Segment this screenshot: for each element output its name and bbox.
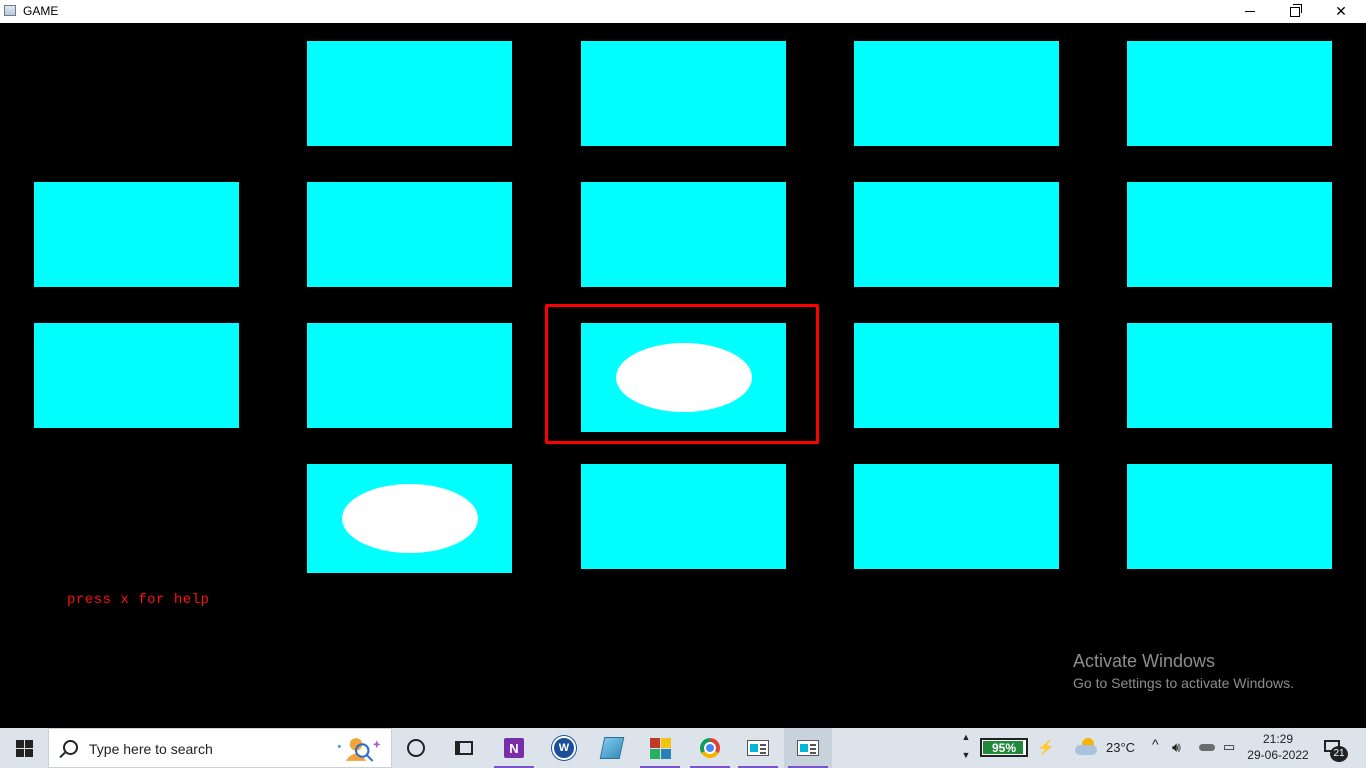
tile-hidden[interactable] [34, 323, 239, 428]
tile-hidden[interactable] [307, 41, 512, 146]
cortana-icon [407, 739, 425, 757]
tile-hidden[interactable] [581, 41, 786, 146]
tile-revealed[interactable] [307, 464, 512, 573]
search-box[interactable]: Type here to search [48, 728, 392, 768]
chevron-up-icon: ▲ [961, 732, 971, 742]
game-window-active-icon [797, 740, 819, 756]
start-button[interactable] [0, 728, 48, 768]
charging-plug-icon: ⚡ [1037, 739, 1055, 755]
restore-icon [1290, 3, 1302, 17]
clock-date: 29-06-2022 [1247, 748, 1309, 762]
weather-temperature[interactable]: 23°C [1106, 740, 1135, 755]
watermark-title: Activate Windows [1073, 651, 1216, 671]
tile-hidden[interactable] [34, 182, 239, 287]
tile-hidden[interactable] [854, 41, 1059, 146]
selection-cursor [545, 304, 819, 444]
app-window-icon [4, 5, 16, 16]
tile-hidden[interactable] [854, 182, 1059, 287]
taskbar-app-onenote[interactable]: N [490, 728, 538, 768]
notification-count: 21 [1330, 746, 1348, 762]
search-icon [63, 740, 78, 755]
taskbar-app-writer[interactable]: W [540, 728, 588, 768]
notification-center-button[interactable]: 21 [1320, 736, 1348, 762]
activation-watermark: Activate Windows Go to Settings to activ… [1073, 651, 1294, 691]
taskbar-app-game-console[interactable] [734, 728, 782, 768]
tile-hidden[interactable] [307, 182, 512, 287]
minimize-icon [1245, 11, 1255, 12]
system-clock[interactable]: 21:29 29-06-2022 [1246, 731, 1310, 763]
network-icon[interactable]: ▭ [1223, 739, 1235, 755]
tile-hidden[interactable] [1127, 464, 1332, 569]
tile-hidden[interactable] [1127, 323, 1332, 428]
volume-icon[interactable]: 🔊︎ [1172, 739, 1181, 756]
tray-scroll-arrows[interactable]: ▲ ▼ [958, 728, 974, 768]
taskbar-app-color[interactable] [636, 728, 684, 768]
onedrive-cloud-icon[interactable] [1199, 744, 1215, 751]
cortana-button[interactable] [392, 728, 440, 768]
minimize-button[interactable] [1227, 0, 1273, 23]
clock-time: 21:29 [1262, 732, 1294, 746]
windows-logo-icon [15, 739, 33, 757]
tile-hidden[interactable] [581, 182, 786, 287]
weather-widget[interactable] [1073, 736, 1099, 758]
tile-hidden[interactable] [1127, 182, 1332, 287]
game-window-icon [747, 740, 769, 756]
battery-percent: 95% [991, 741, 1017, 755]
search-placeholder: Type here to search [89, 741, 213, 757]
close-button[interactable]: ✕ [1318, 0, 1364, 23]
show-hidden-icons-chevron-icon[interactable]: ^ [1152, 736, 1159, 752]
battery-indicator[interactable]: 95% [980, 738, 1028, 757]
title-bar: GAME ✕ [0, 0, 1366, 23]
tile-hidden[interactable] [307, 323, 512, 428]
tile-hidden[interactable] [581, 464, 786, 569]
window-title: GAME [23, 4, 59, 18]
tile-hidden[interactable] [1127, 41, 1332, 146]
tile-hidden[interactable] [854, 323, 1059, 428]
taskbar: Type here to search N W ▲ ▼ 95% ⚡ 23°C ^… [0, 728, 1366, 768]
cloud-icon [1075, 745, 1097, 755]
onenote-icon: N [504, 738, 524, 758]
task-view-icon [455, 741, 473, 755]
game-board[interactable]: press x for help Activate Windows Go to … [0, 23, 1366, 728]
writer-app-icon: W [552, 736, 576, 760]
chrome-icon [700, 738, 720, 758]
taskbar-app-chrome[interactable] [686, 728, 734, 768]
task-view-button[interactable] [440, 728, 488, 768]
watermark-subtitle: Go to Settings to activate Windows. [1073, 675, 1294, 691]
chevron-down-icon: ▼ [961, 750, 971, 760]
taskbar-app-game[interactable] [784, 728, 832, 768]
tile-hidden[interactable] [854, 464, 1059, 569]
help-hint: press x for help [67, 592, 210, 608]
taskbar-app-notepad[interactable] [588, 728, 636, 768]
color-app-icon [649, 737, 671, 759]
notepad-app-icon [599, 737, 625, 759]
card-symbol-oval [342, 484, 478, 553]
restore-button[interactable] [1272, 0, 1318, 23]
search-highlight-icon [337, 738, 381, 762]
